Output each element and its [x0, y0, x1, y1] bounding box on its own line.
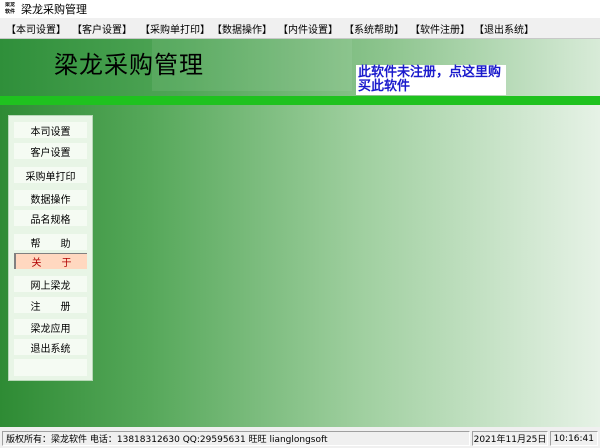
- sidebar: 本司设置 客户设置 采购单打印 数据操作 品名规格 帮 助 关 于 网上梁龙 注…: [8, 115, 93, 381]
- menu-bar: 【本司设置】 【客户设置】 【采购单打印】 【数据操作】 【内件设置】 【系统帮…: [0, 18, 600, 39]
- app-logo-icon: 梁龙软件: [4, 2, 15, 15]
- menu-data-operations[interactable]: 【数据操作】: [212, 21, 272, 36]
- sidebar-blank-slot: [14, 359, 87, 376]
- main-area: 本司设置 客户设置 采购单打印 数据操作 品名规格 帮 助 关 于 网上梁龙 注…: [0, 105, 600, 427]
- title-bar: 梁龙软件 梁龙采购管理: [0, 0, 600, 18]
- sidebar-item-register[interactable]: 注 册: [14, 297, 87, 313]
- sidebar-item-help[interactable]: 帮 助: [14, 234, 87, 250]
- status-date: 2021年11月25日: [472, 431, 548, 446]
- sidebar-item-online[interactable]: 网上梁龙: [14, 276, 87, 292]
- menu-software-registration[interactable]: 【软件注册】: [410, 21, 470, 36]
- registration-notice-link[interactable]: 此软件未注册，点这里购买此软件: [356, 65, 506, 95]
- app-title: 梁龙采购管理: [54, 51, 204, 79]
- sidebar-item-exit[interactable]: 退出系统: [14, 339, 87, 355]
- menu-company-settings[interactable]: 【本司设置】: [6, 21, 66, 36]
- status-copyright: 版权所有：梁龙软件 电话：13818312630 QQ:29595631 旺旺 …: [2, 431, 470, 446]
- status-bar: 版权所有：梁龙软件 电话：13818312630 QQ:29595631 旺旺 …: [0, 429, 600, 448]
- status-time: 10:16:41: [550, 431, 598, 446]
- sidebar-item-purchase-print[interactable]: 采购单打印: [14, 167, 87, 183]
- sidebar-item-product-specs[interactable]: 品名规格: [14, 210, 87, 226]
- sidebar-item-customer-settings[interactable]: 客户设置: [14, 143, 87, 159]
- green-divider: [0, 96, 600, 105]
- sidebar-item-apps[interactable]: 梁龙应用: [14, 319, 87, 335]
- sidebar-item-data-operations[interactable]: 数据操作: [14, 190, 87, 206]
- menu-internal-settings[interactable]: 【内件设置】: [278, 21, 338, 36]
- sidebar-item-about[interactable]: 关 于: [14, 253, 87, 269]
- menu-purchase-order-print[interactable]: 【采购单打印】: [140, 21, 210, 36]
- window-title: 梁龙采购管理: [21, 3, 87, 16]
- sidebar-item-company-settings[interactable]: 本司设置: [14, 122, 87, 138]
- header-banner: 梁龙采购管理 此软件未注册，点这里购买此软件: [0, 39, 600, 96]
- menu-exit-system[interactable]: 【退出系统】: [474, 21, 534, 36]
- menu-customer-settings[interactable]: 【客户设置】: [72, 21, 132, 36]
- menu-system-help[interactable]: 【系统帮助】: [344, 21, 404, 36]
